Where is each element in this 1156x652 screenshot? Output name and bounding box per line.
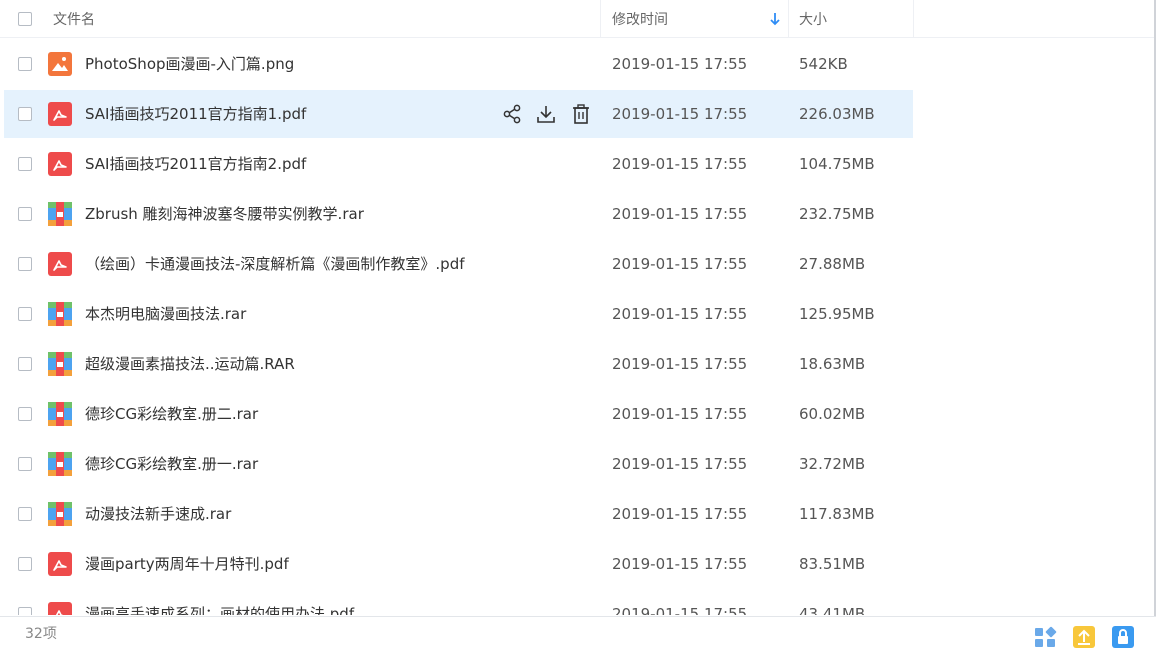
file-row[interactable]: 德珍CG彩绘教室.册一.rar 2019-01-15 17:55 32.72MB	[0, 439, 1154, 489]
file-name[interactable]: SAI插画技巧2011官方指南2.pdf	[85, 139, 306, 189]
delete-icon[interactable]	[570, 103, 592, 125]
row-checkbox[interactable]	[18, 457, 32, 471]
select-all-checkbox[interactable]	[18, 12, 32, 26]
row-checkbox[interactable]	[18, 157, 32, 171]
column-divider	[913, 0, 914, 38]
modified-time: 2019-01-15 17:55	[612, 205, 748, 223]
file-name[interactable]: 漫画party两周年十月特刊.pdf	[85, 539, 289, 589]
share-icon[interactable]	[501, 103, 523, 125]
file-row[interactable]: 本杰明电脑漫画技法.rar 2019-01-15 17:55 125.95MB	[0, 289, 1154, 339]
file-size: 43.41MB	[799, 605, 866, 615]
pdf-file-icon	[48, 252, 72, 276]
file-size: 226.03MB	[799, 105, 875, 123]
file-size: 104.75MB	[799, 155, 875, 173]
file-size: 117.83MB	[799, 505, 875, 523]
modified-time: 2019-01-15 17:55	[612, 405, 748, 423]
file-row[interactable]: PhotoShop画漫画-入门篇.png 2019-01-15 17:55 542K…	[0, 39, 1154, 89]
column-header-modified-time[interactable]: 修改时间	[612, 0, 668, 38]
modified-time: 2019-01-15 17:55	[612, 605, 748, 615]
file-size: 542KB	[799, 55, 848, 73]
file-row[interactable]: 漫画party两周年十月特刊.pdf 2019-01-15 17:55 83.51M…	[0, 539, 1154, 589]
modified-time: 2019-01-15 17:55	[612, 155, 748, 173]
file-name[interactable]: 德珍CG彩绘教室.册一.rar	[85, 439, 258, 489]
file-name[interactable]: PhotoShop画漫画-入门篇.png	[85, 39, 294, 89]
file-size: 32.72MB	[799, 455, 866, 473]
file-row[interactable]: 动漫技法新手速成.rar 2019-01-15 17:55 117.83MB	[0, 489, 1154, 539]
file-list: PhotoShop画漫画-入门篇.png 2019-01-15 17:55 542K…	[0, 39, 1154, 615]
file-row[interactable]: 超级漫画素描技法..运动篇.RAR 2019-01-15 17:55 18.63MB	[0, 339, 1154, 389]
download-icon[interactable]	[535, 103, 557, 125]
file-name[interactable]: 超级漫画素描技法..运动篇.RAR	[85, 339, 295, 389]
item-count: 32项	[25, 626, 57, 642]
arrow-down-icon[interactable]	[769, 11, 781, 27]
modified-time: 2019-01-15 17:55	[612, 355, 748, 373]
column-header-size[interactable]: 大小	[799, 0, 827, 38]
pdf-file-icon	[48, 152, 72, 176]
upload-icon[interactable]	[1072, 625, 1096, 649]
file-name[interactable]: SAI插画技巧2011官方指南1.pdf	[85, 89, 306, 139]
file-row[interactable]: Zbrush 雕刻海神波塞冬腰带实例教学.rar 2019-01-15 17:55…	[0, 189, 1154, 239]
pdf-file-icon	[48, 602, 72, 615]
file-row[interactable]: （绘画）卡通漫画技法-深度解析篇《漫画制作教室》.pdf 2019-01-15 1…	[0, 239, 1154, 289]
archive-file-icon	[48, 202, 72, 226]
file-size: 60.02MB	[799, 405, 866, 423]
archive-file-icon	[48, 502, 72, 526]
file-name[interactable]: （绘画）卡通漫画技法-深度解析篇《漫画制作教室》.pdf	[85, 239, 465, 289]
file-name[interactable]: 德珍CG彩绘教室.册二.rar	[85, 389, 258, 439]
lock-icon[interactable]	[1111, 625, 1135, 649]
archive-file-icon	[48, 352, 72, 376]
file-size: 83.51MB	[799, 555, 866, 573]
file-name[interactable]: 本杰明电脑漫画技法.rar	[85, 289, 246, 339]
status-bar: 32项	[0, 616, 1156, 651]
row-checkbox[interactable]	[18, 107, 32, 121]
file-row[interactable]: 漫画高手速成系列：画材的使用办法.pdf 2019-01-15 17:55 43.4…	[0, 589, 1154, 615]
archive-file-icon	[48, 452, 72, 476]
row-checkbox[interactable]	[18, 307, 32, 321]
archive-file-icon	[48, 402, 72, 426]
row-checkbox[interactable]	[18, 557, 32, 571]
row-checkbox[interactable]	[18, 207, 32, 221]
row-checkbox[interactable]	[18, 257, 32, 271]
modified-time: 2019-01-15 17:55	[612, 255, 748, 273]
modified-time: 2019-01-15 17:55	[612, 505, 748, 523]
row-checkbox[interactable]	[18, 357, 32, 371]
file-name[interactable]: 动漫技法新手速成.rar	[85, 489, 231, 539]
row-checkbox[interactable]	[18, 57, 32, 71]
modified-time: 2019-01-15 17:55	[612, 455, 748, 473]
file-name[interactable]: Zbrush 雕刻海神波塞冬腰带实例教学.rar	[85, 189, 364, 239]
archive-file-icon	[48, 302, 72, 326]
file-row[interactable]: 德珍CG彩绘教室.册二.rar 2019-01-15 17:55 60.02MB	[0, 389, 1154, 439]
file-size: 27.88MB	[799, 255, 866, 273]
file-size: 18.63MB	[799, 355, 866, 373]
pdf-file-icon	[48, 102, 72, 126]
file-row[interactable]: SAI插画技巧2011官方指南1.pdf 2019-01-15 17:55 226.…	[0, 89, 1154, 139]
image-file-icon	[48, 52, 72, 76]
pdf-file-icon	[48, 552, 72, 576]
column-header-name[interactable]: 文件名	[53, 0, 95, 38]
modified-time: 2019-01-15 17:55	[612, 105, 748, 123]
file-size: 232.75MB	[799, 205, 875, 223]
modified-time: 2019-01-15 17:55	[612, 555, 748, 573]
file-row[interactable]: SAI插画技巧2011官方指南2.pdf 2019-01-15 17:55 104.…	[0, 139, 1154, 189]
row-checkbox[interactable]	[18, 607, 32, 615]
row-checkbox[interactable]	[18, 407, 32, 421]
row-checkbox[interactable]	[18, 507, 32, 521]
file-size: 125.95MB	[799, 305, 875, 323]
modified-time: 2019-01-15 17:55	[612, 55, 748, 73]
modified-time: 2019-01-15 17:55	[612, 305, 748, 323]
file-list-header: 文件名 修改时间 大小	[0, 0, 1156, 38]
column-divider	[600, 0, 601, 38]
grid-view-icon[interactable]	[1033, 625, 1057, 649]
column-divider	[788, 0, 789, 38]
file-name[interactable]: 漫画高手速成系列：画材的使用办法.pdf	[85, 589, 354, 615]
